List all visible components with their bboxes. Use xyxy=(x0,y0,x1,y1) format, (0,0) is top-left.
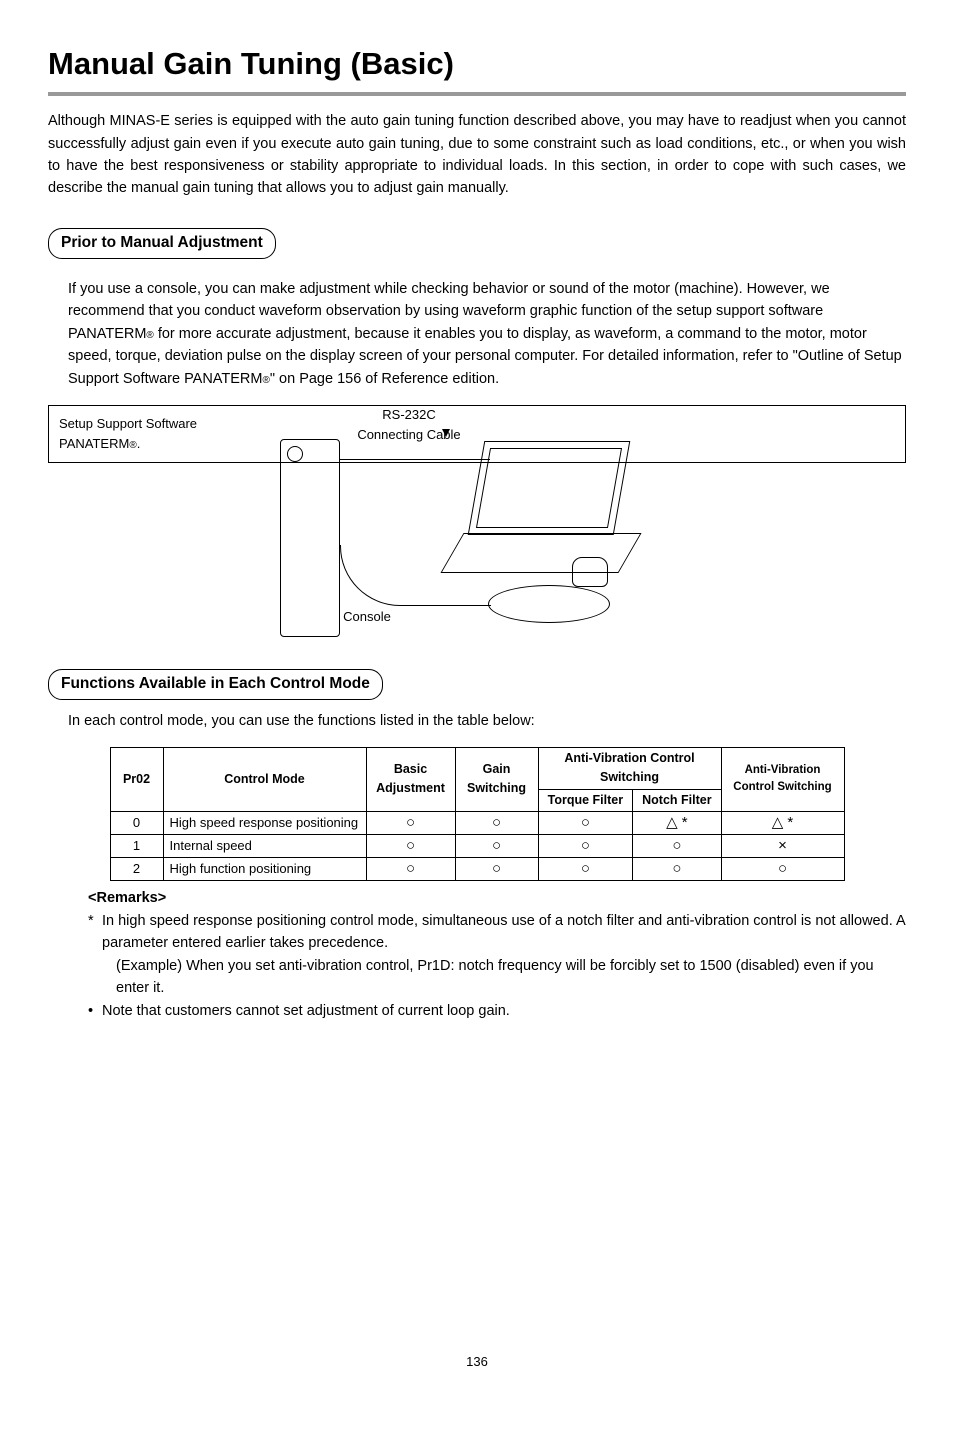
section-heading-prior: Prior to Manual Adjustment xyxy=(48,228,276,259)
cell-torque: ○ xyxy=(538,811,633,834)
diagram-label-console: Console xyxy=(332,607,402,627)
table-row: 2 High function positioning ○ ○ ○ ○ ○ xyxy=(110,858,844,881)
cell-avctrl: × xyxy=(721,835,844,858)
page-title: Manual Gain Tuning (Basic) xyxy=(48,40,906,96)
remarks-heading: <Remarks> xyxy=(88,887,906,909)
servo-driver-icon xyxy=(280,439,340,637)
col-avctrl: Anti-Vibration Control Switching xyxy=(721,747,844,811)
arrow-down-icon xyxy=(442,429,450,437)
console-cable-icon xyxy=(340,545,491,606)
cell-basic: ○ xyxy=(366,835,455,858)
section-heading-functions: Functions Available in Each Control Mode xyxy=(48,669,383,700)
cell-pr02: 2 xyxy=(110,858,163,881)
cell-basic: ○ xyxy=(366,811,455,834)
registered-mark: ® xyxy=(262,375,269,386)
cell-avctrl: △ * xyxy=(721,811,844,834)
connection-diagram: RS-232C Connecting Cable Setup Support S… xyxy=(48,405,906,655)
remark-text: In high speed response positioning contr… xyxy=(102,910,906,955)
cell-torque: ○ xyxy=(538,835,633,858)
col-basic: Basic Adjustment xyxy=(366,747,455,811)
control-mode-table: Pr02 Control Mode Basic Adjustment Gain … xyxy=(110,747,845,882)
diagram-label-cable: RS-232C Connecting Cable xyxy=(354,405,464,445)
remark-bullet: • xyxy=(88,1000,102,1022)
cell-torque: ○ xyxy=(538,858,633,881)
cell-mode: High function positioning xyxy=(163,858,366,881)
col-pr02: Pr02 xyxy=(110,747,163,811)
cell-notch: ○ xyxy=(633,835,721,858)
laptop-icon xyxy=(476,441,620,541)
remark-bullet: * xyxy=(88,910,102,955)
cell-mode: Internal speed xyxy=(163,835,366,858)
remark-item: • Note that customers cannot set adjustm… xyxy=(88,1000,906,1022)
cell-gain: ○ xyxy=(455,835,538,858)
cell-basic: ○ xyxy=(366,858,455,881)
col-notch: Notch Filter xyxy=(633,789,721,811)
remark-item: * In high speed response positioning con… xyxy=(88,910,906,955)
prior-body: If you use a console, you can make adjus… xyxy=(48,278,906,390)
remark-text: (Example) When you set anti-vibration co… xyxy=(116,955,906,1000)
cell-mode: High speed response positioning xyxy=(163,811,366,834)
col-gain: Gain Switching xyxy=(455,747,538,811)
remark-text: Note that customers cannot set adjustmen… xyxy=(102,1000,510,1022)
cell-pr02: 1 xyxy=(110,835,163,858)
registered-mark: ® xyxy=(129,440,136,451)
mouse-icon xyxy=(572,557,608,587)
cell-gain: ○ xyxy=(455,858,538,881)
cable-line-icon xyxy=(340,459,490,460)
cell-notch: △ * xyxy=(633,811,721,834)
sss-line2: PANATERM xyxy=(59,436,129,451)
page-number: 136 xyxy=(48,1352,906,1372)
col-avcs: Anti-Vibration Control Switching xyxy=(538,747,721,789)
remarks-list: * In high speed response positioning con… xyxy=(48,910,906,1022)
table-header-row: Pr02 Control Mode Basic Adjustment Gain … xyxy=(110,747,844,789)
cell-pr02: 0 xyxy=(110,811,163,834)
table-lead-text: In each control mode, you can use the fu… xyxy=(48,710,906,732)
cell-gain: ○ xyxy=(455,811,538,834)
col-torque: Torque Filter xyxy=(538,789,633,811)
intro-paragraph: Although MINAS-E series is equipped with… xyxy=(48,110,906,200)
cell-avctrl: ○ xyxy=(721,858,844,881)
prior-body-part3: " on Page 156 of Reference edition. xyxy=(270,371,499,387)
cell-notch: ○ xyxy=(633,858,721,881)
table-row: 1 Internal speed ○ ○ ○ ○ × xyxy=(110,835,844,858)
sss-line1: Setup Support Software xyxy=(59,416,197,431)
registered-mark: ® xyxy=(146,330,153,341)
remark-bullet xyxy=(102,955,116,1000)
cd-icon xyxy=(488,585,610,623)
remark-item: (Example) When you set anti-vibration co… xyxy=(88,955,906,1000)
col-mode: Control Mode xyxy=(163,747,366,811)
table-row: 0 High speed response positioning ○ ○ ○ … xyxy=(110,811,844,834)
